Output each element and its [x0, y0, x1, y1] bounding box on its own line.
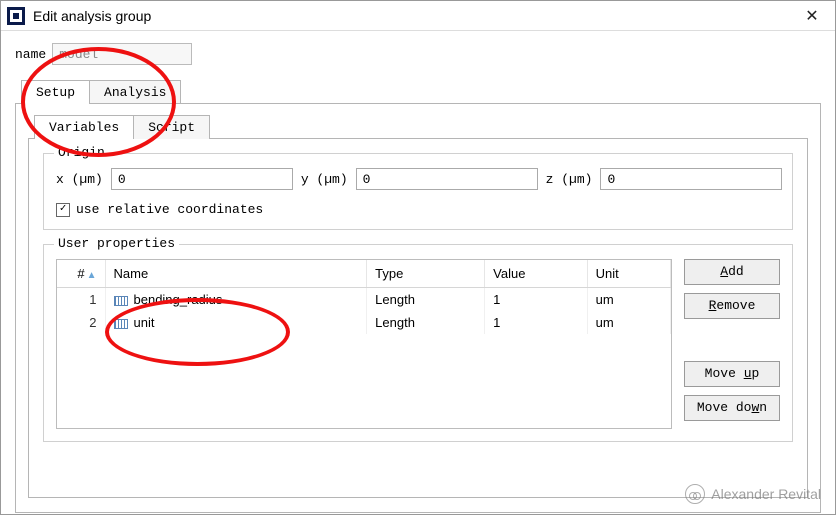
tab-setup[interactable]: Setup: [21, 80, 90, 104]
y-input[interactable]: [356, 168, 538, 190]
sort-asc-icon: ▲: [87, 270, 97, 281]
variables-panel: Origin x (µm) y (µm) z (µm) ✓ use relati…: [28, 138, 808, 498]
cell-name: bending_radius: [105, 288, 367, 312]
remove-button[interactable]: Remove: [684, 293, 780, 319]
col-num[interactable]: #▲: [57, 260, 105, 288]
table-header-row: #▲ Name Type Value Unit: [57, 260, 671, 288]
cell-name: unit: [105, 311, 367, 334]
length-icon: [114, 319, 128, 329]
add-button[interactable]: Add: [684, 259, 780, 285]
relative-coords-label: use relative coordinates: [76, 202, 263, 217]
cell-unit: um: [587, 288, 670, 312]
dialog-window: Edit analysis group ✕ name Setup Analysi…: [0, 0, 836, 515]
z-label: z (µm): [546, 172, 593, 187]
cell-value: 1: [485, 288, 587, 312]
y-label: y (µm): [301, 172, 348, 187]
user-properties-buttons: Add Remove Move up Move down: [684, 259, 780, 421]
cell-value: 1: [485, 311, 587, 334]
z-input[interactable]: [600, 168, 782, 190]
relative-coords-row: ✓ use relative coordinates: [56, 202, 780, 217]
button-spacer: [684, 327, 780, 353]
col-num-label: #: [77, 266, 84, 281]
titlebar: Edit analysis group ✕: [1, 1, 835, 31]
cell-name-text: bending_radius: [134, 292, 223, 307]
cell-num: 1: [57, 288, 105, 312]
close-button[interactable]: ✕: [789, 1, 835, 31]
move-up-button[interactable]: Move up: [684, 361, 780, 387]
origin-legend: Origin: [54, 145, 109, 160]
x-label: x (µm): [56, 172, 103, 187]
user-properties-table-wrap[interactable]: #▲ Name Type Value Unit: [56, 259, 672, 429]
origin-inputs: x (µm) y (µm) z (µm): [56, 168, 780, 190]
table-row[interactable]: 2 unit Length 1 um: [57, 311, 671, 334]
app-icon: [7, 7, 25, 25]
col-name[interactable]: Name: [105, 260, 367, 288]
move-down-button[interactable]: Move down: [684, 395, 780, 421]
user-properties-body: #▲ Name Type Value Unit: [56, 259, 780, 429]
user-properties-group: User properties #▲ Name: [43, 244, 793, 442]
name-row: name: [15, 43, 821, 65]
dialog-body: name Setup Analysis Variables Script Ori…: [1, 31, 835, 514]
relative-coords-checkbox[interactable]: ✓: [56, 203, 70, 217]
inner-tabstrip: Variables Script: [34, 114, 808, 138]
outer-tabstrip: Setup Analysis: [21, 79, 821, 103]
cell-type: Length: [367, 288, 485, 312]
tab-script[interactable]: Script: [133, 115, 210, 139]
col-value[interactable]: Value: [485, 260, 587, 288]
cell-type: Length: [367, 311, 485, 334]
user-properties-legend: User properties: [54, 236, 179, 251]
tab-variables[interactable]: Variables: [34, 115, 134, 139]
col-unit[interactable]: Unit: [587, 260, 670, 288]
origin-group: Origin x (µm) y (µm) z (µm) ✓ use relati…: [43, 153, 793, 230]
setup-panel: Variables Script Origin x (µm) y (µm) z …: [15, 103, 821, 513]
cell-unit: um: [587, 311, 670, 334]
length-icon: [114, 296, 128, 306]
cell-name-text: unit: [134, 315, 155, 330]
table-row[interactable]: 1 bending_radius Length 1 um: [57, 288, 671, 312]
col-type[interactable]: Type: [367, 260, 485, 288]
user-properties-table: #▲ Name Type Value Unit: [57, 260, 671, 334]
cell-num: 2: [57, 311, 105, 334]
name-input[interactable]: [52, 43, 192, 65]
window-title: Edit analysis group: [33, 8, 789, 24]
x-input[interactable]: [111, 168, 293, 190]
tab-analysis[interactable]: Analysis: [89, 80, 181, 104]
name-label: name: [15, 47, 46, 62]
